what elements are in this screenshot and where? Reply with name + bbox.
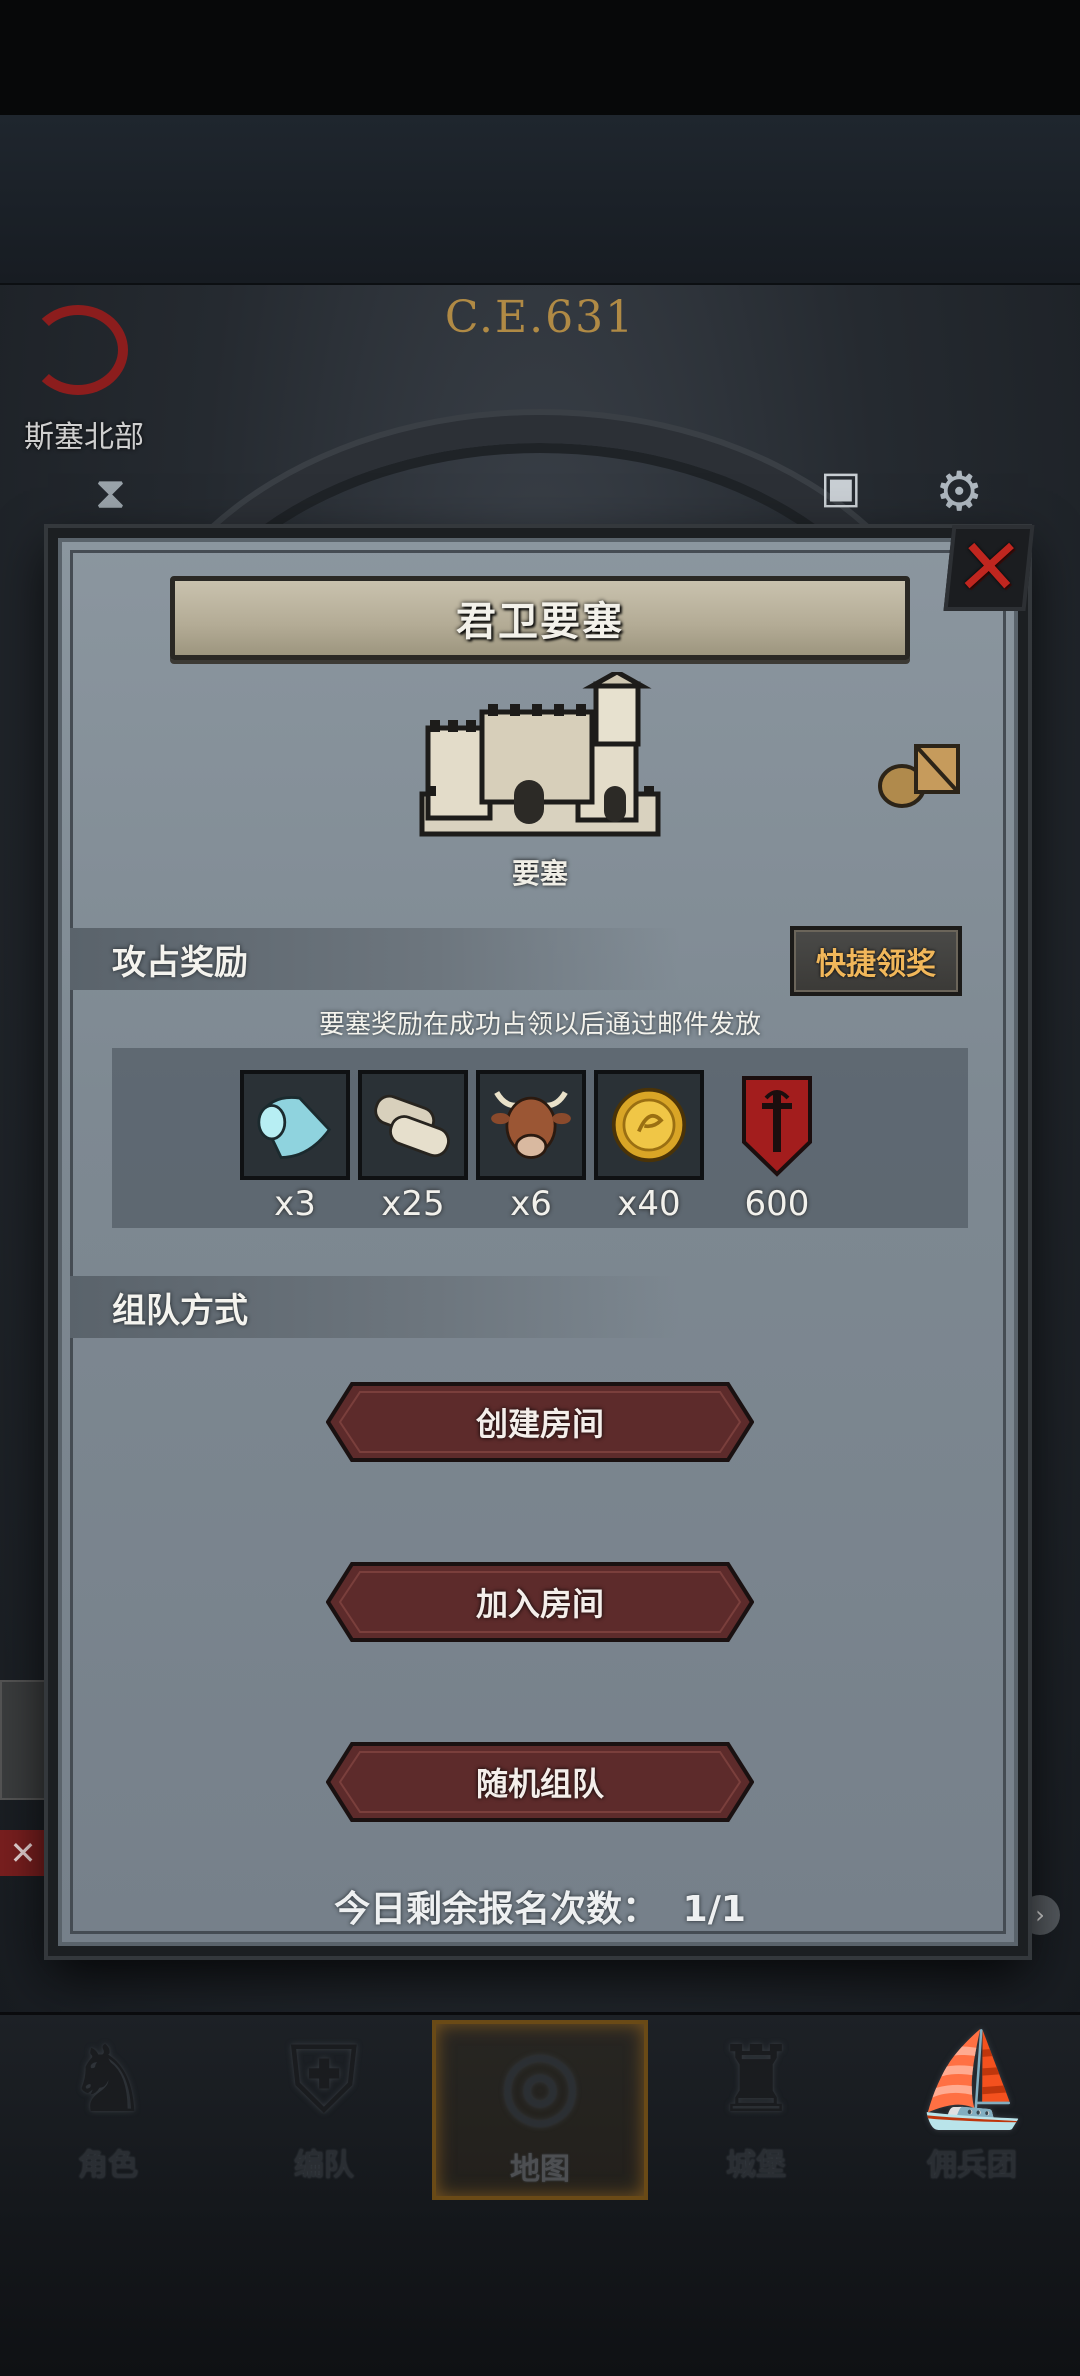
reward-section-title: 攻占奖励 <box>112 942 248 983</box>
side-quest-panel[interactable] <box>0 1680 46 1800</box>
nav-item-castle[interactable]: ♜ 城堡 <box>648 2020 864 2200</box>
reward-item[interactable]: 600 <box>722 1070 832 1224</box>
era-label: C.E.631 <box>444 292 636 343</box>
header-band <box>0 115 1080 285</box>
nav-label: 编队 <box>294 2148 354 2183</box>
daily-signup-remaining: 今日剩余报名次数： 1/1 <box>0 1880 1080 1932</box>
join-room-button[interactable]: 加入房间 <box>326 1562 754 1642</box>
bottom-band <box>0 2202 1080 2376</box>
lock-icon[interactable]: ▣ <box>820 462 862 513</box>
gold-coin-icon <box>594 1070 704 1180</box>
nav-item-formation[interactable]: ⛨ 编队 <box>216 2020 432 2200</box>
nav-label: 佣兵团 <box>927 2148 1017 2183</box>
reward-qty: 600 <box>744 1184 810 1224</box>
hourglass-icon[interactable]: ⧗ <box>95 468 126 519</box>
building-caption: 要塞 <box>511 857 568 890</box>
castle-icon: ♜ <box>714 2026 798 2133</box>
title-banner: 君卫要塞 <box>170 576 910 660</box>
cattle-icon <box>476 1070 586 1180</box>
reward-qty: x40 <box>617 1184 681 1224</box>
team-section-header: 组队方式 <box>70 1276 680 1338</box>
nav-label: 地图 <box>510 2152 570 2187</box>
ship-icon: ⛵ <box>914 2026 1030 2133</box>
region-label: 斯塞北部 <box>24 420 144 455</box>
reward-section-header: 攻占奖励 <box>70 928 680 990</box>
crossed-swords-icon[interactable]: ✕ <box>0 1830 46 1876</box>
nav-item-mercenary[interactable]: ⛵ 佣兵团 <box>864 2020 1080 2200</box>
random-team-button[interactable]: 随机组队 <box>326 1742 754 1822</box>
reward-qty: x25 <box>381 1184 445 1224</box>
modal-title: 君卫要塞 <box>456 599 624 645</box>
reward-item[interactable]: x25 <box>358 1070 468 1224</box>
reward-note: 要塞奖励在成功占领以后通过邮件发放 <box>318 1010 761 1040</box>
reward-item[interactable]: x3 <box>240 1070 350 1224</box>
helmet-icon: ⛨ <box>289 2026 359 2133</box>
nav-label: 城堡 <box>726 2148 786 2183</box>
cloth-icon <box>240 1070 350 1180</box>
loot-bag-crate-icon[interactable] <box>876 738 962 808</box>
daily-value: 1/1 <box>682 1889 746 1930</box>
fortress-icon <box>419 672 661 837</box>
knight-icon: ♞ <box>66 2026 150 2133</box>
gear-icon[interactable]: ⚙ <box>935 460 983 523</box>
region-emblem-icon <box>28 305 128 395</box>
daily-label: 今日剩余报名次数： <box>334 1889 659 1930</box>
reward-qty: x6 <box>510 1184 552 1224</box>
join-room-label: 加入房间 <box>475 1585 604 1623</box>
reward-item[interactable]: x40 <box>594 1070 704 1224</box>
team-section-title: 组队方式 <box>112 1290 248 1331</box>
quick-claim-label: 快捷领奖 <box>816 947 936 982</box>
status-bar <box>0 0 1080 115</box>
compass-map-icon: ◎ <box>499 2030 581 2137</box>
create-room-button[interactable]: 创建房间 <box>326 1382 754 1462</box>
banner-shield-icon <box>722 1070 832 1180</box>
nav-label: 角色 <box>78 2148 138 2183</box>
close-icon: ✕ <box>951 523 1027 613</box>
reward-item[interactable]: x6 <box>476 1070 586 1224</box>
nav-item-map[interactable]: ◎ 地图 <box>432 2020 648 2200</box>
reward-qty: x3 <box>274 1184 316 1224</box>
scroll-icon <box>358 1070 468 1180</box>
quick-claim-button[interactable]: 快捷领奖 <box>790 926 962 996</box>
nav-item-character[interactable]: ♞ 角色 <box>0 2020 216 2200</box>
random-team-label: 随机组队 <box>475 1765 604 1803</box>
close-button[interactable]: ✕ <box>943 523 1035 613</box>
create-room-label: 创建房间 <box>475 1405 604 1443</box>
